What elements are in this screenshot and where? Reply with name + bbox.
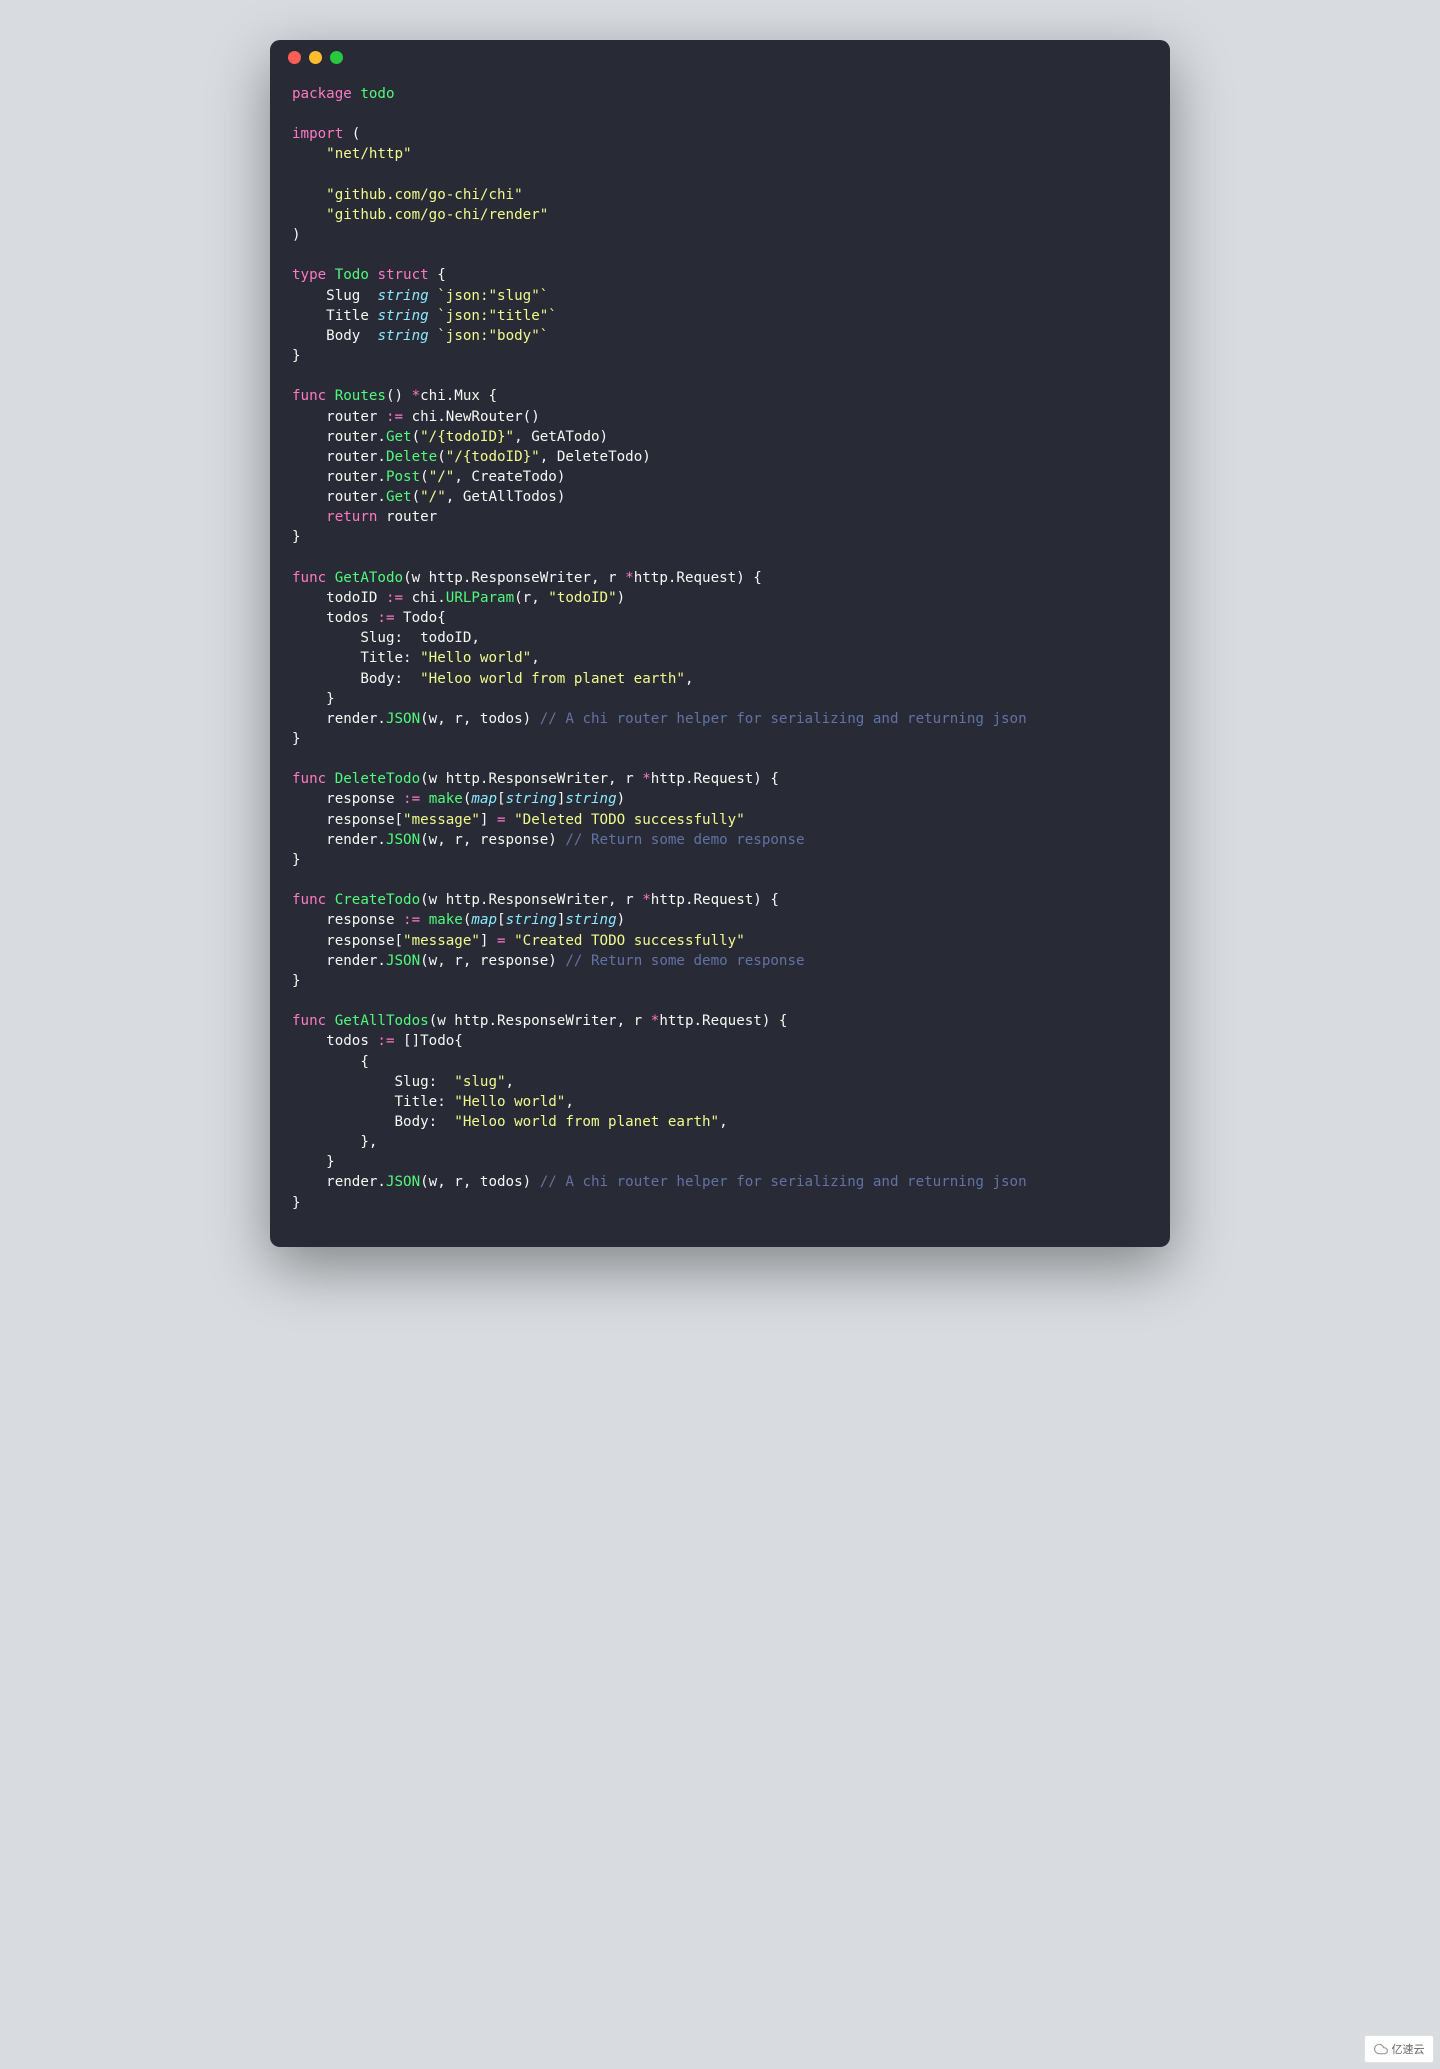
import-chi: "github.com/go-chi/chi" [326,187,522,203]
import-net-http: "net/http" [326,146,411,162]
zoom-icon[interactable] [330,51,343,64]
route-get-all-path: "/" [420,489,446,505]
watermark-badge: 亿速云 [1364,2035,1434,2063]
routes-return: router [386,509,437,525]
route-get-all-handler: GetAllTodos [463,489,557,505]
close-icon[interactable] [288,51,301,64]
route-delete-handler: DeleteTodo [557,449,642,465]
field-title-tag: `json:"title"` [437,308,557,324]
create-comment: // Return some demo response [565,953,804,969]
route-delete-path: "/{todoID}" [446,449,540,465]
delete-msg-val: "Deleted TODO successfully" [514,812,745,828]
route-get: Get [386,429,412,445]
route-get-all: Get [386,489,412,505]
route-get-handler: GetATodo [531,429,599,445]
field-slug: Slug [326,288,360,304]
field-title-type: string [377,308,428,324]
route-post: Post [386,469,420,485]
todo-title-val: "Hello world" [420,650,531,666]
all-body-val: "Heloo world from planet earth" [454,1114,719,1130]
router-var: router [326,409,377,425]
package-name: todo [360,86,394,102]
create-msg-key: "message" [403,933,480,949]
url-param-key: "todoID" [548,590,616,606]
field-title: Title [326,308,369,324]
minimize-icon[interactable] [309,51,322,64]
field-body: Body [326,328,360,344]
delete-comment: // Return some demo response [565,832,804,848]
route-post-handler: CreateTodo [471,469,556,485]
delete-msg-key: "message" [403,812,480,828]
code-window: package todo import ( "net/http" "github… [270,40,1170,1247]
window-titlebar [270,40,1170,74]
new-router-call: chi.NewRouter() [412,409,540,425]
struct-name: Todo [335,267,369,283]
createtodo-name: CreateTodo [335,892,420,908]
route-delete: Delete [386,449,437,465]
all-slug-val: "slug" [454,1074,505,1090]
code-block: package todo import ( "net/http" "github… [270,74,1170,1247]
getall-comment: // A chi router helper for serializing a… [540,1174,1027,1190]
field-body-tag: `json:"body"` [437,328,548,344]
create-msg-val: "Created TODO successfully" [514,933,745,949]
route-get-path: "/{todoID}" [420,429,514,445]
getatodo-comment: // A chi router helper for serializing a… [540,711,1027,727]
getatodo-name: GetATodo [335,570,403,586]
field-slug-type: string [377,288,428,304]
watermark-text: 亿速云 [1392,2041,1425,2057]
import-render: "github.com/go-chi/render" [326,207,548,223]
field-slug-tag: `json:"slug"` [437,288,548,304]
field-body-type: string [377,328,428,344]
todo-slug-var: todoID [420,630,471,646]
cloud-icon [1374,2042,1388,2056]
all-title-val: "Hello world" [454,1094,565,1110]
deletetodo-name: DeleteTodo [335,771,420,787]
todo-body-val: "Heloo world from planet earth" [420,671,685,687]
getalltodos-name: GetAllTodos [335,1013,429,1029]
routes-fn-name: Routes [335,388,386,404]
route-post-path: "/" [429,469,455,485]
